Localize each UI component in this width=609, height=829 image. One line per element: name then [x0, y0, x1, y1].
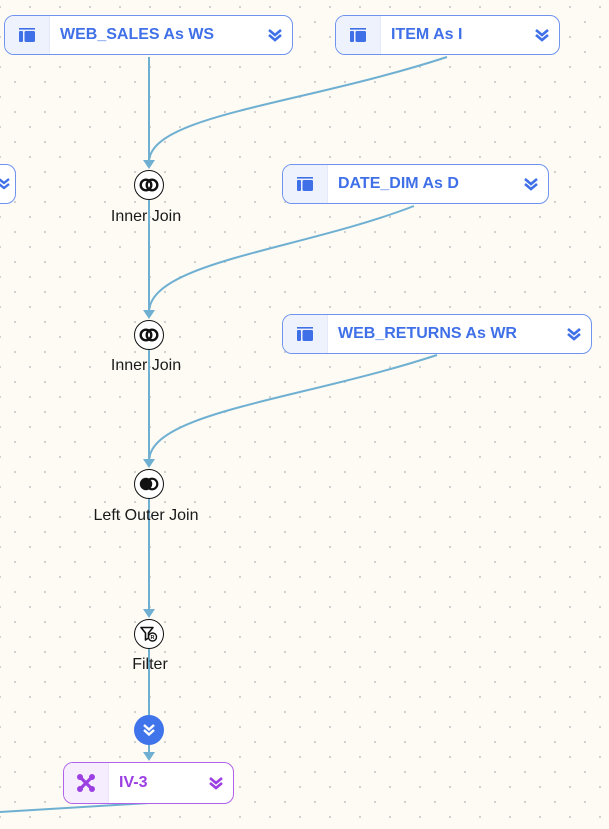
- chevron-double-down-icon[interactable]: [557, 327, 591, 341]
- operation-label: Inner Join: [110, 357, 182, 374]
- edge-arrow: [143, 609, 155, 618]
- edge-result-to-offscreen: [0, 802, 150, 813]
- chevron-double-down-icon[interactable]: [258, 28, 292, 42]
- operation-label: Left Outer Join: [93, 507, 199, 524]
- operation-label: Inner Join: [110, 208, 182, 225]
- table-node-label: WEB_SALES As WS: [60, 26, 215, 43]
- table-icon: [283, 165, 328, 203]
- edges-layer: [0, 56, 448, 813]
- filter-icon: R: [140, 626, 158, 642]
- inner-join-icon: [139, 328, 159, 342]
- table-node-item[interactable]: ITEM As I: [335, 15, 560, 55]
- chevron-double-down-icon[interactable]: [525, 28, 559, 42]
- operation-node-inner-join-1[interactable]: [134, 170, 164, 200]
- chevron-double-down-icon[interactable]: [514, 177, 548, 191]
- edge-arrow: [143, 459, 155, 468]
- operation-node-left-outer-join[interactable]: [134, 469, 164, 499]
- table-icon: [283, 315, 328, 353]
- table-node-label: WEB_RETURNS As WR: [338, 325, 517, 342]
- table-node-web-returns[interactable]: WEB_RETURNS As WR: [282, 314, 592, 354]
- table-node-label: ITEM As I: [391, 26, 463, 43]
- edge-item-to-join1: [148, 56, 448, 163]
- result-node-label: IV-3: [119, 774, 148, 791]
- operation-node-inner-join-2[interactable]: [134, 320, 164, 350]
- edge-arrow: [143, 752, 155, 761]
- edge-arrow: [143, 160, 155, 169]
- table-node-date-dim[interactable]: DATE_DIM As D: [282, 164, 549, 204]
- operation-label: Filter: [132, 656, 168, 673]
- table-node-label: DATE_DIM As D: [338, 175, 459, 192]
- edge-arrow: [143, 310, 155, 319]
- edge-date-dim-to-join2: [148, 205, 415, 313]
- offscreen-table-node[interactable]: [0, 164, 16, 204]
- chevron-double-down-icon[interactable]: [199, 776, 233, 790]
- chevron-double-down-icon[interactable]: [0, 178, 15, 190]
- inner-join-icon: [139, 178, 159, 192]
- table-icon: [336, 16, 381, 54]
- table-node-web-sales[interactable]: WEB_SALES As WS: [4, 15, 293, 55]
- edge-web-returns-to-join3: [148, 354, 438, 462]
- expand-button[interactable]: [134, 715, 164, 745]
- left-outer-join-icon: [139, 477, 159, 491]
- result-node-iv-3[interactable]: IV-3: [63, 762, 234, 804]
- svg-text:R: R: [151, 635, 155, 641]
- chevron-double-down-icon: [143, 724, 155, 737]
- view-node-icon: [64, 763, 109, 803]
- operation-node-filter[interactable]: R: [134, 619, 164, 649]
- table-icon: [5, 16, 50, 54]
